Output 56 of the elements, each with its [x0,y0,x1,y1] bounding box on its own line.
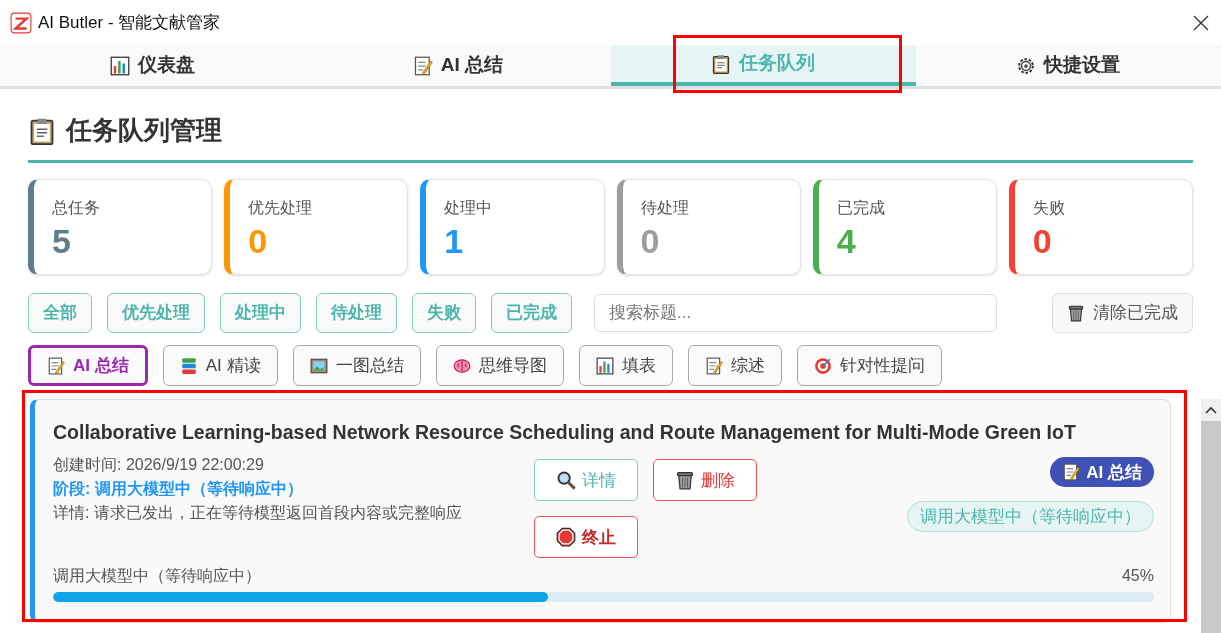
progress-reading: 45% [1121,566,1154,587]
memo-icon [412,55,433,76]
tab[interactable]: 仪表盘 [0,45,306,86]
task-type-button[interactable]: 填表 [578,345,673,386]
task-type-button[interactable]: 综述 [687,345,782,386]
created-time: 创建时间: 2026/9/19 22:00:29 [53,455,265,476]
delete-button[interactable]: 删除 [653,459,757,502]
clipboard-icon [711,53,732,74]
magnifier-icon [556,470,576,491]
scrollbar[interactable] [1201,399,1221,633]
books-icon [179,356,198,375]
tab[interactable]: AI 总结 [305,45,611,86]
scroll-up-icon[interactable] [1205,406,1217,414]
stat-label: 已完成 [836,198,886,218]
task-type-button[interactable]: 思维导图 [435,345,564,386]
target-icon [813,356,832,375]
stat-value: 0 [248,221,269,262]
chart-icon [595,356,614,375]
stat-value: 4 [836,221,857,262]
task-type-button[interactable]: 针对性提问 [796,345,942,386]
gear-icon [1016,55,1037,76]
stat-label: 失败 [1032,198,1066,218]
brain-icon [452,356,471,375]
stop-icon [556,527,576,548]
app-logo-icon [10,11,32,34]
memo-icon [704,356,723,375]
stage-text: 阶段: 调用大模型中（等待响应中） [53,479,304,500]
close-icon[interactable] [1193,14,1209,31]
task-title: Collaborative Learning-based Network Resource Scheduling and Route Management for Multi-Mode Green IoT [53,420,1077,445]
page-heading: 任务队列管理 [66,114,222,147]
chart-icon [110,55,131,76]
stat-value: 5 [52,221,72,262]
stat-label: 总任务 [52,198,101,218]
stat-label: 优先处理 [248,198,314,218]
task-type-badge: AI 总结 [1050,457,1154,488]
task-type-button[interactable]: AI 精读 [162,345,278,386]
memo-icon [1062,463,1081,482]
picture-icon [309,356,328,375]
tab[interactable]: 快捷设置 [915,45,1221,86]
window-title: AI Butler - 智能文献管家 [38,11,221,34]
stat-value: 0 [640,221,661,262]
status-pill: 调用大模型中（等待响应中） [907,501,1154,533]
stop-button[interactable]: 终止 [534,516,638,559]
stat-value: 1 [444,221,465,262]
task-type-button[interactable]: AI 总结 [28,345,148,386]
stat-label: 处理中 [444,198,494,218]
detail-text: 详情: 请求已发出，正在等待模型返回首段内容或完整响应 [53,503,463,524]
stat-value: 0 [1032,221,1053,262]
progress-label: 调用大模型中（等待响应中） [53,566,261,587]
search-field[interactable]: 搜索标题... [594,294,997,332]
memo-icon [47,356,65,375]
clear-completed-button[interactable]: 清除已完成 [1052,293,1193,333]
task-type-button[interactable]: 一图总结 [292,345,421,386]
trash-icon [675,470,695,491]
trash-icon [1067,304,1085,322]
stat-label: 待处理 [640,198,690,218]
